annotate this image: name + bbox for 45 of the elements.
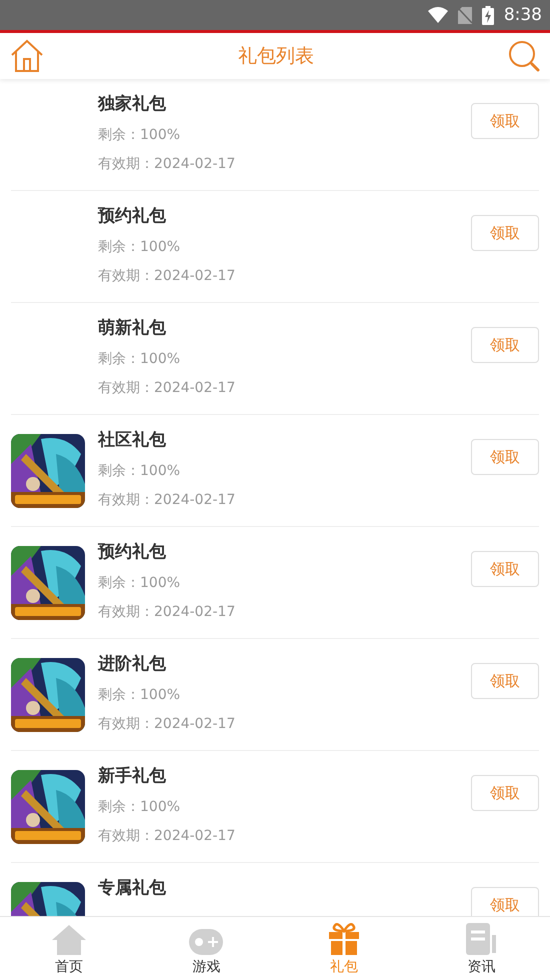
remaining-text: 剩余：100%: [98, 350, 182, 368]
claim-button[interactable]: 领取: [471, 327, 539, 363]
gift-title: 进阶礼包: [98, 653, 167, 675]
gift-icon: [328, 923, 359, 955]
tab-item[interactable]: 礼包: [275, 917, 412, 979]
expiry-date: 有效期：2024-02-17: [98, 379, 236, 397]
tab-item[interactable]: 游戏: [138, 917, 275, 979]
gamepad-icon: [189, 929, 224, 955]
gift-title: 独家礼包: [98, 93, 167, 115]
remaining-text: 剩余：100%: [98, 686, 182, 704]
claim-button[interactable]: 领取: [471, 215, 539, 251]
tab-item[interactable]: 首页: [0, 917, 138, 979]
claim-button[interactable]: 领取: [471, 887, 539, 916]
expiry-date: 有效期：2024-02-17: [98, 155, 236, 173]
home-icon[interactable]: [10, 39, 44, 73]
gift-title: 预约礼包: [98, 541, 167, 563]
page-title: 礼包列表: [238, 44, 314, 69]
claim-button[interactable]: 领取: [471, 663, 539, 699]
gift-title: 专属礼包: [98, 877, 167, 899]
remaining-text: 剩余：100%: [98, 462, 182, 480]
clock-time: 8:38: [504, 5, 542, 25]
no-sim-icon: [458, 6, 472, 24]
remaining-text: 剩余：100%: [98, 574, 182, 592]
expiry-date: 有效期：2024-02-17: [98, 827, 236, 845]
remaining-text: 剩余：100%: [98, 798, 182, 816]
expiry-date: 有效期：2024-02-17: [98, 715, 236, 733]
tab-item[interactable]: 资讯: [412, 917, 550, 979]
expiry-date: 有效期：2024-02-17: [98, 267, 236, 285]
claim-button[interactable]: 领取: [471, 103, 539, 139]
expiry-date: 有效期：2024-02-17: [98, 491, 236, 509]
claim-button[interactable]: 领取: [471, 551, 539, 587]
gift-title: 预约礼包: [98, 205, 167, 227]
document-icon: [466, 923, 496, 955]
gift-title: 新手礼包: [98, 765, 167, 787]
gift-title: 社区礼包: [98, 429, 167, 451]
claim-button[interactable]: 领取: [471, 439, 539, 475]
claim-button[interactable]: 领取: [471, 775, 539, 811]
gift-title: 萌新礼包: [98, 317, 167, 339]
home-icon: [52, 925, 86, 955]
remaining-text: 剩余：100%: [98, 126, 182, 144]
battery-charging-icon: [482, 6, 494, 24]
search-icon[interactable]: [508, 40, 540, 72]
remaining-text: 剩余：100%: [98, 238, 182, 256]
expiry-date: 有效期：2024-02-17: [98, 603, 236, 621]
wifi-icon: [428, 7, 448, 23]
